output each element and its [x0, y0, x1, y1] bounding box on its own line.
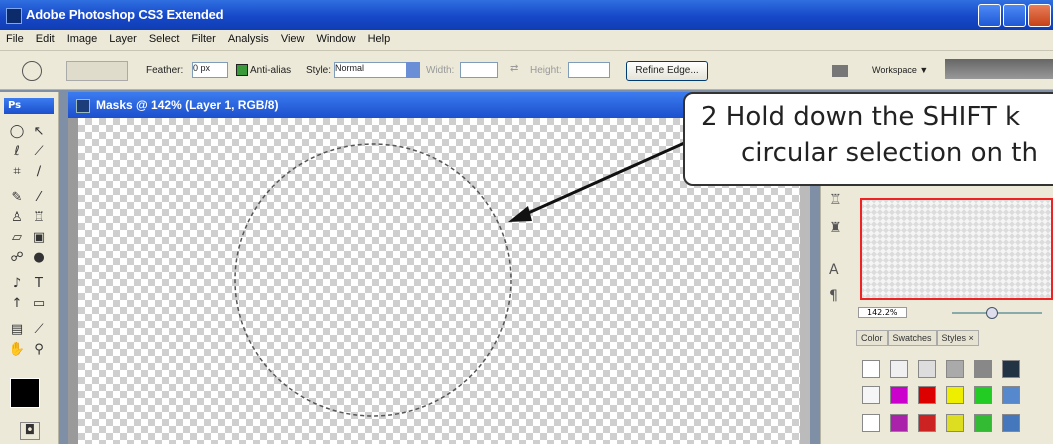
callout-line-2: circular selection on th	[741, 138, 1038, 168]
callout-arrow-head	[508, 206, 532, 222]
annotation-overlay	[234, 134, 701, 417]
callout-arrow-line	[525, 134, 701, 216]
callout-line-1: 2 Hold down the SHIFT k	[701, 102, 1021, 132]
circular-selection-marquee	[234, 143, 512, 417]
instruction-callout: 2 Hold down the SHIFT k circular selecti…	[683, 92, 1053, 186]
